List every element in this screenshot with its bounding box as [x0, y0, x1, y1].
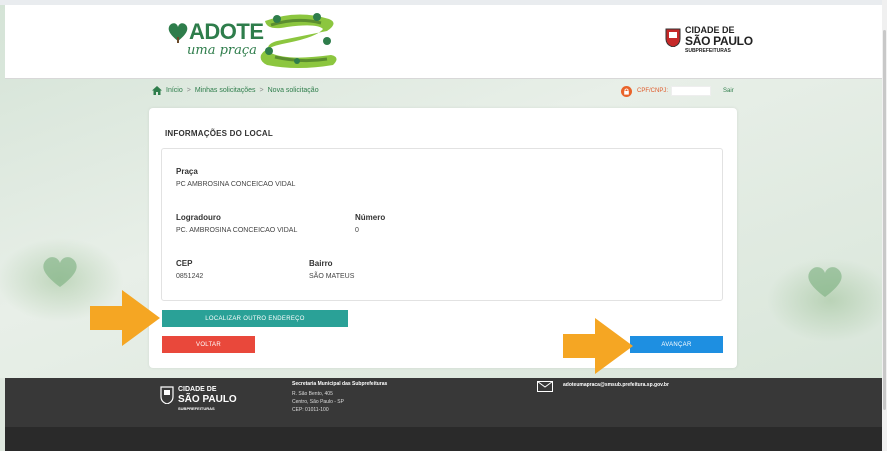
footer-cep: CEP: 01011-100 [292, 407, 329, 413]
next-button[interactable]: AVANÇAR [630, 336, 723, 353]
adote-logo[interactable]: ADOTE uma praça [167, 7, 347, 75]
logo-subtitle: uma praça [187, 43, 257, 58]
city-logo[interactable]: CIDADE DE SÃO PAULO SUBPREFEITURAS [665, 23, 755, 63]
arrow-annotation-icon [563, 318, 633, 374]
footer-organization: Secretaria Municipal das Subprefeituras [292, 381, 388, 387]
praca-label: Praça [176, 167, 198, 176]
cpf-value [671, 86, 712, 96]
footer-email-link[interactable]: adoteumapraca@smsub.prefeitura.sp.gov.br [563, 382, 669, 388]
background-heart-icon [808, 267, 842, 297]
city-logo-line3: SUBPREFEITURAS [685, 48, 731, 54]
bairro-label: Bairro [309, 259, 333, 268]
find-other-address-button[interactable]: LOCALIZAR OUTRO ENDEREÇO [162, 310, 348, 327]
location-info-box: Praça PC AMBROSINA CONCEICAO VIDAL Logra… [161, 148, 723, 301]
location-card: INFORMAÇÕES DO LOCAL Praça PC AMBROSINA … [149, 108, 737, 368]
site-footer: CIDADE DE SÃO PAULO SUBPREFEITURAS Secre… [5, 378, 882, 427]
city-emblem-icon [665, 28, 681, 47]
breadcrumb: Início > Minhas solicitações > Nova soli… [152, 84, 319, 96]
breadcrumb-separator: > [186, 86, 191, 94]
footer-address-line2: Centro, São Paulo - SP [292, 399, 344, 405]
footer-logo-line2: SÃO PAULO [178, 394, 237, 405]
footer-address-line1: R. São Bento, 405 [292, 391, 333, 397]
breadcrumb-home[interactable]: Início [166, 87, 183, 94]
logout-link[interactable]: Sair [723, 88, 734, 94]
cep-value: 0851242 [176, 273, 204, 280]
section-title: INFORMAÇÕES DO LOCAL [165, 129, 273, 138]
logradouro-value: PC. AMBROSINA CONCEICAO VIDAL [176, 227, 298, 234]
bairro-value: SÃO MATEUS [309, 273, 355, 280]
footer-logo-line1: CIDADE DE [178, 386, 217, 393]
numero-label: Número [355, 213, 386, 222]
city-logo-line2: SÃO PAULO [685, 34, 753, 48]
site-header: ADOTE uma praça CIDADE DE SÃO PAULO SUBP… [5, 5, 882, 79]
park-illustration-icon [260, 13, 337, 69]
cpf-label: CPF/CNPJ: [637, 88, 669, 94]
footer-logo-line3: SUBPREFEITURAS [178, 406, 215, 411]
back-button[interactable]: VOLTAR [162, 336, 255, 353]
numero-value: 0 [355, 227, 359, 234]
heart-logo-icon [168, 23, 188, 43]
breadcrumb-new-request: Nova solicitação [267, 86, 319, 94]
user-area: CPF/CNPJ: Sair [621, 84, 734, 98]
breadcrumb-separator: > [259, 86, 264, 94]
logo-word: ADOTE [189, 19, 264, 44]
home-icon[interactable] [152, 85, 162, 95]
background-heart-icon [43, 257, 77, 287]
breadcrumb-my-requests[interactable]: Minhas solicitações [195, 87, 256, 94]
city-emblem-icon [160, 386, 174, 404]
logradouro-label: Logradouro [176, 213, 221, 222]
cep-label: CEP [176, 259, 193, 268]
footer-bottom-bar [5, 427, 882, 451]
scrollbar-thumb[interactable] [883, 30, 886, 410]
lock-icon [621, 85, 632, 97]
mail-icon [537, 381, 553, 392]
footer-city-logo: CIDADE DE SÃO PAULO SUBPREFEITURAS [160, 384, 250, 418]
praca-value: PC AMBROSINA CONCEICAO VIDAL [176, 181, 296, 188]
arrow-annotation-icon [90, 290, 160, 346]
